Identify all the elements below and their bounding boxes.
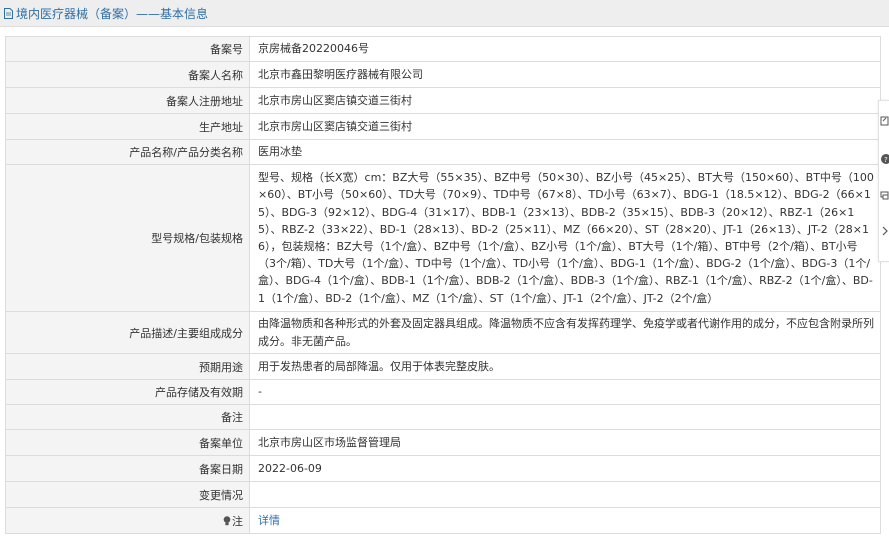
row-label: 备案人名称 bbox=[5, 61, 250, 88]
row-value: 北京市鑫田黎明医疗器械有限公司 bbox=[249, 61, 881, 88]
row-value: 医用冰垫 bbox=[249, 139, 881, 165]
row-value: 用于发热患者的局部降温。仅用于体表完整皮肤。 bbox=[249, 353, 881, 380]
row-label: 备案号 bbox=[5, 36, 250, 62]
page-header: 境内医疗器械（备案）——基本信息 bbox=[0, 0, 889, 27]
row-value: 2022-06-09 bbox=[249, 455, 881, 482]
side-toolbar: ? bbox=[878, 100, 889, 262]
table-row: 备案日期 2022-06-09 bbox=[5, 455, 881, 482]
row-value: 北京市房山区窦店镇交道三街村 bbox=[249, 87, 881, 114]
table-row: 备案号 京房械备20220046号 bbox=[5, 36, 881, 62]
row-label: 生产地址 bbox=[5, 113, 250, 140]
document-icon bbox=[4, 7, 13, 19]
row-value: 型号、规格（长X宽）cm：BZ大号（55×35）、BZ中号（50×30）、BZ小… bbox=[249, 164, 881, 312]
print-icon[interactable] bbox=[880, 189, 889, 201]
help-icon[interactable]: ? bbox=[880, 153, 889, 165]
table-row: 型号规格/包装规格 型号、规格（长X宽）cm：BZ大号（55×35）、BZ中号（… bbox=[5, 164, 881, 312]
row-label: 产品名称/产品分类名称 bbox=[5, 139, 250, 165]
table-row: 备案单位 北京市房山区市场监督管理局 bbox=[5, 429, 881, 456]
row-label: 备案人注册地址 bbox=[5, 87, 250, 114]
table-row: 变更情况 bbox=[5, 481, 881, 508]
row-value: 北京市房山区市场监督管理局 bbox=[249, 429, 881, 456]
note-label-cell: 注 bbox=[5, 507, 250, 534]
row-value bbox=[249, 404, 881, 430]
table-row: 注 详情 bbox=[5, 507, 881, 534]
svg-text:?: ? bbox=[884, 156, 888, 164]
edit-icon[interactable] bbox=[880, 115, 889, 127]
row-label: 备案日期 bbox=[5, 455, 250, 482]
row-label: 变更情况 bbox=[5, 481, 250, 508]
lightbulb-icon bbox=[223, 515, 231, 525]
row-label: 型号规格/包装规格 bbox=[5, 164, 250, 312]
row-label: 预期用途 bbox=[5, 353, 250, 380]
row-label: 产品描述/主要组成成分 bbox=[5, 311, 250, 354]
row-value: 由降温物质和各种形式的外套及固定器具组成。降温物质不应含有发挥药理学、免疫学或者… bbox=[249, 311, 881, 354]
row-value: 京房械备20220046号 bbox=[249, 36, 881, 62]
chevron-right-icon[interactable] bbox=[880, 225, 889, 237]
table-row: 备案人名称 北京市鑫田黎明医疗器械有限公司 bbox=[5, 61, 881, 88]
detail-link[interactable]: 详情 bbox=[258, 514, 280, 527]
info-table: 备案号 京房械备20220046号 备案人名称 北京市鑫田黎明医疗器械有限公司 … bbox=[5, 36, 881, 534]
row-value bbox=[249, 481, 881, 508]
note-label: 注 bbox=[232, 514, 243, 528]
table-row: 生产地址 北京市房山区窦店镇交道三街村 bbox=[5, 113, 881, 140]
note-value-cell: 详情 bbox=[249, 507, 881, 534]
table-row: 预期用途 用于发热患者的局部降温。仅用于体表完整皮肤。 bbox=[5, 353, 881, 380]
table-row: 产品存储及有效期 - bbox=[5, 379, 881, 405]
table-row: 产品名称/产品分类名称 医用冰垫 bbox=[5, 139, 881, 165]
table-row: 产品描述/主要组成成分 由降温物质和各种形式的外套及固定器具组成。降温物质不应含… bbox=[5, 311, 881, 354]
table-row: 备案人注册地址 北京市房山区窦店镇交道三街村 bbox=[5, 87, 881, 114]
page-title: 境内医疗器械（备案）——基本信息 bbox=[16, 6, 209, 21]
row-label: 备注 bbox=[5, 404, 250, 430]
row-label: 产品存储及有效期 bbox=[5, 379, 250, 405]
row-value: - bbox=[249, 379, 881, 405]
row-value: 北京市房山区窦店镇交道三街村 bbox=[249, 113, 881, 140]
row-label: 备案单位 bbox=[5, 429, 250, 456]
table-row: 备注 bbox=[5, 404, 881, 430]
